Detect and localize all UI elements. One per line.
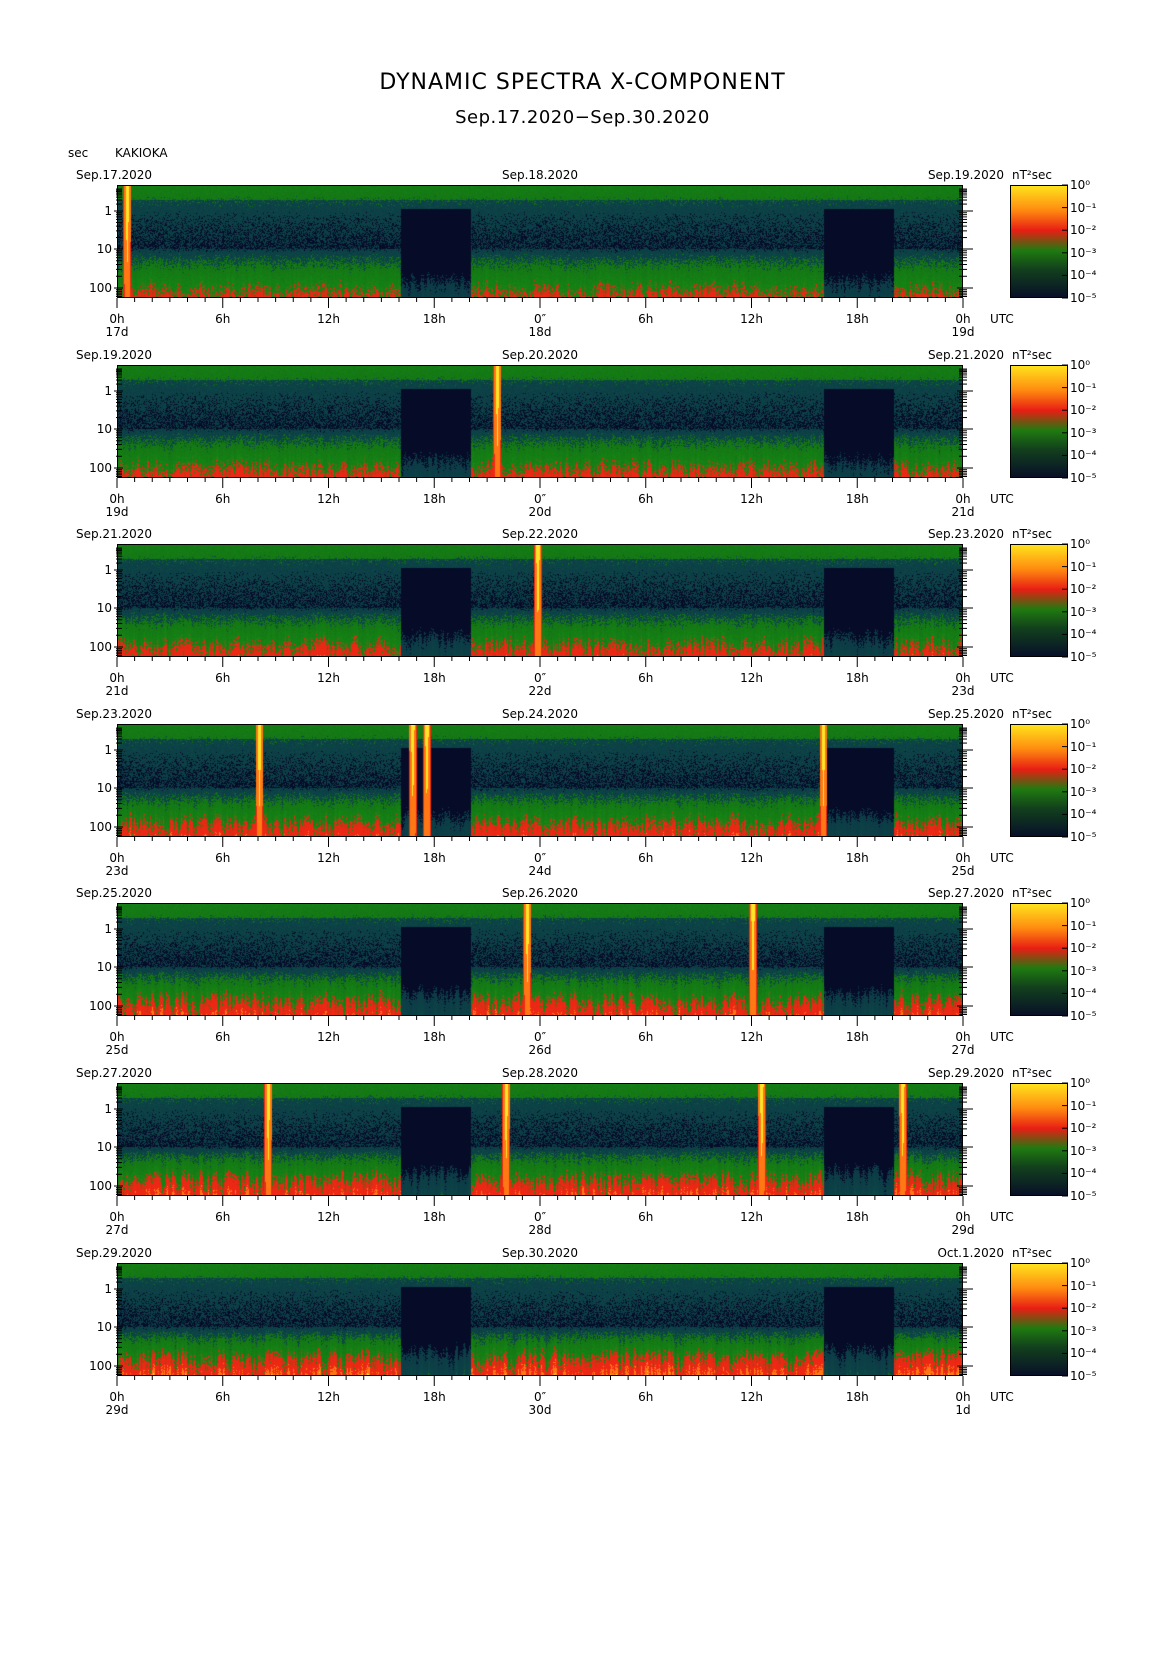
axes-overlay — [114, 184, 1068, 1386]
